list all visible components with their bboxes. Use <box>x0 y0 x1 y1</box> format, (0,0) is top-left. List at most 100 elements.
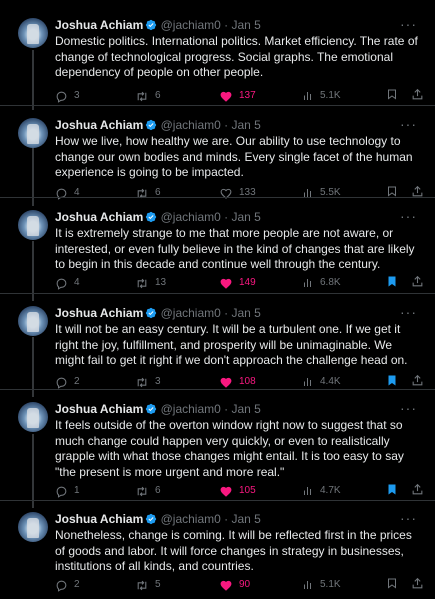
share-button[interactable] <box>411 577 424 590</box>
avatar[interactable] <box>18 306 48 336</box>
timestamp[interactable]: Jan 5 <box>232 210 261 224</box>
reply-icon <box>55 579 68 592</box>
avatar[interactable] <box>18 512 48 542</box>
views-icon <box>302 90 314 102</box>
more-options-icon[interactable]: ··· <box>400 116 417 132</box>
tweet-actions: 1 6 105 4.7K <box>55 483 425 499</box>
share-icon <box>411 275 424 288</box>
views-button[interactable]: 5.1K <box>302 88 341 104</box>
verified-badge-icon <box>145 403 157 418</box>
more-options-icon[interactable]: ··· <box>400 510 417 526</box>
author-name[interactable]: Joshua Achiam <box>55 306 143 320</box>
reply-count: 2 <box>74 376 80 387</box>
retweet-count: 6 <box>155 90 161 101</box>
tweet-header: Joshua Achiam @jachiam0 · Jan 5 <box>55 18 261 34</box>
like-button[interactable]: 105 <box>219 483 256 499</box>
reply-button[interactable]: 2 <box>55 577 80 593</box>
retweet-icon <box>135 579 149 592</box>
share-icon <box>411 374 424 387</box>
heart-icon <box>219 579 233 592</box>
timestamp[interactable]: Jan 5 <box>232 402 261 416</box>
like-count: 90 <box>239 579 251 590</box>
reply-button[interactable]: 4 <box>55 185 80 201</box>
author-handle[interactable]: @jachiam0 <box>161 210 221 224</box>
timestamp[interactable]: Jan 5 <box>232 512 261 526</box>
author-handle[interactable]: @jachiam0 <box>161 118 221 132</box>
author-name[interactable]: Joshua Achiam <box>55 118 143 132</box>
more-options-icon[interactable]: ··· <box>400 304 417 320</box>
reply-button[interactable]: 2 <box>55 374 80 390</box>
views-button[interactable]: 5.1K <box>302 577 341 593</box>
like-button[interactable]: 149 <box>219 275 256 291</box>
author-handle[interactable]: @jachiam0 <box>161 402 221 416</box>
author-handle[interactable]: @jachiam0 <box>161 18 221 32</box>
author-handle[interactable]: @jachiam0 <box>161 512 221 526</box>
views-button[interactable]: 4.7K <box>302 483 341 499</box>
dot-separator: · <box>224 306 229 320</box>
retweet-button[interactable]: 3 <box>135 374 161 390</box>
reply-button[interactable]: 4 <box>55 275 80 291</box>
like-count: 137 <box>239 90 256 101</box>
bookmark-button[interactable] <box>386 374 398 387</box>
more-options-icon[interactable]: ··· <box>400 16 417 32</box>
bookmark-button[interactable] <box>386 483 398 496</box>
share-button[interactable] <box>411 483 424 496</box>
reply-icon <box>55 277 68 290</box>
timestamp[interactable]: Jan 5 <box>232 118 261 132</box>
like-button[interactable]: 90 <box>219 577 250 593</box>
verified-badge-icon <box>145 307 157 322</box>
author-name[interactable]: Joshua Achiam <box>55 210 143 224</box>
author-name[interactable]: Joshua Achiam <box>55 18 143 32</box>
views-button[interactable]: 6.8K <box>302 275 341 291</box>
retweet-button[interactable]: 5 <box>135 577 161 593</box>
avatar[interactable] <box>18 118 48 148</box>
author-name[interactable]: Joshua Achiam <box>55 512 143 526</box>
author-name[interactable]: Joshua Achiam <box>55 402 143 416</box>
thread-line <box>32 434 34 508</box>
tweet-header: Joshua Achiam @jachiam0 · Jan 5 <box>55 402 261 418</box>
more-options-icon[interactable]: ··· <box>400 208 417 224</box>
author-handle[interactable]: @jachiam0 <box>161 306 221 320</box>
avatar[interactable] <box>18 18 48 48</box>
reply-button[interactable]: 1 <box>55 483 80 499</box>
view-count: 5.5K <box>320 187 341 198</box>
more-options-icon[interactable]: ··· <box>400 400 417 416</box>
like-button[interactable]: 108 <box>219 374 256 390</box>
bookmark-button[interactable] <box>386 88 398 101</box>
dot-separator: · <box>224 210 229 224</box>
retweet-button[interactable]: 6 <box>135 483 161 499</box>
like-count: 149 <box>239 277 256 288</box>
views-button[interactable]: 4.4K <box>302 374 341 390</box>
avatar[interactable] <box>18 402 48 432</box>
tweet-header: Joshua Achiam @jachiam0 · Jan 5 <box>55 118 261 134</box>
tweet-actions: 4 6 133 5.5K <box>55 185 425 201</box>
bookmark-button[interactable] <box>386 275 398 288</box>
view-count: 4.7K <box>320 485 341 496</box>
tweet-divider <box>0 197 435 198</box>
avatar[interactable] <box>18 210 48 240</box>
like-button[interactable]: 133 <box>219 185 256 201</box>
share-button[interactable] <box>411 275 424 288</box>
reply-count: 1 <box>74 485 80 496</box>
retweet-button[interactable]: 13 <box>135 275 166 291</box>
timestamp[interactable]: Jan 5 <box>232 306 261 320</box>
retweet-button[interactable]: 6 <box>135 88 161 104</box>
share-button[interactable] <box>411 88 424 101</box>
like-button[interactable]: 137 <box>219 88 256 104</box>
tweet-divider <box>0 105 435 106</box>
retweet-button[interactable]: 6 <box>135 185 161 201</box>
reply-button[interactable]: 3 <box>55 88 80 104</box>
tweet-actions: 2 3 108 4.4K <box>55 374 425 390</box>
verified-badge-icon <box>145 211 157 226</box>
retweet-count: 6 <box>155 485 161 496</box>
reply-count: 4 <box>74 277 80 288</box>
retweet-count: 5 <box>155 579 161 590</box>
tweet-actions: 4 13 149 6.8K <box>55 275 425 291</box>
timestamp[interactable]: Jan 5 <box>232 18 261 32</box>
reply-icon <box>55 485 68 498</box>
retweet-count: 6 <box>155 187 161 198</box>
bookmark-button[interactable] <box>386 577 398 590</box>
share-button[interactable] <box>411 374 424 387</box>
views-button[interactable]: 5.5K <box>302 185 341 201</box>
tweet-text: Domestic politics. International politic… <box>55 34 418 80</box>
